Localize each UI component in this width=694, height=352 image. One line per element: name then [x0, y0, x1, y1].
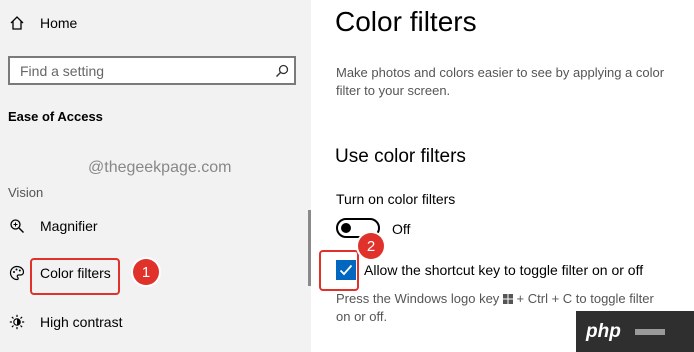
magnifier-icon [8, 217, 26, 235]
section-title: Ease of Access [8, 109, 103, 124]
hint-text-b: + Ctrl + C to toggle filter [516, 291, 654, 306]
page-description-line1: Make photos and colors easier to see by … [336, 65, 665, 80]
sidebar-item-magnifier[interactable]: Magnifier [8, 217, 98, 235]
windows-logo-icon [502, 292, 513, 307]
php-logo-bar [634, 328, 665, 335]
checkbox-label: Allow the shortcut key to toggle filter … [364, 262, 644, 278]
toggle-state-text: Off [392, 221, 411, 237]
sidebar-item-label: High contrast [40, 314, 123, 330]
search-input[interactable]: Find a setting [8, 56, 296, 85]
sidebar-item-high-contrast[interactable]: High contrast [8, 313, 122, 331]
annotation-badge-2: 2 [358, 233, 384, 259]
search-placeholder: Find a setting [20, 62, 105, 79]
sidebar-item-label: Magnifier [40, 218, 98, 234]
brightness-icon [8, 313, 26, 331]
hint-line2: on or off. [336, 309, 388, 324]
hint-line1: Press the Windows logo key + Ctrl + C to… [336, 291, 654, 307]
watermark-text: @thegeekpage.com [88, 159, 232, 176]
php-logo-text: php [586, 320, 621, 342]
home-label: Home [40, 15, 78, 31]
palette-icon [8, 264, 26, 282]
home-icon [8, 14, 26, 32]
vision-group-label: Vision [8, 185, 44, 200]
php-logo: php [576, 311, 694, 352]
toggle-knob [341, 223, 351, 233]
annotation-badge-1: 1 [133, 259, 159, 285]
annotation-checkbox-box [319, 250, 359, 291]
page-description-line2: filter to your screen. [336, 83, 451, 98]
search-icon[interactable] [270, 64, 294, 78]
section-heading: Use color filters [335, 146, 466, 167]
page-title: Color filters [335, 6, 477, 37]
toggle-label: Turn on color filters [336, 191, 456, 207]
sidebar: Home Find a setting Ease of Access @theg… [0, 0, 311, 352]
annotation-highlight-box [30, 258, 120, 295]
home-nav-item[interactable]: Home [8, 14, 77, 32]
hint-text-a: Press the Windows logo key [336, 291, 500, 306]
